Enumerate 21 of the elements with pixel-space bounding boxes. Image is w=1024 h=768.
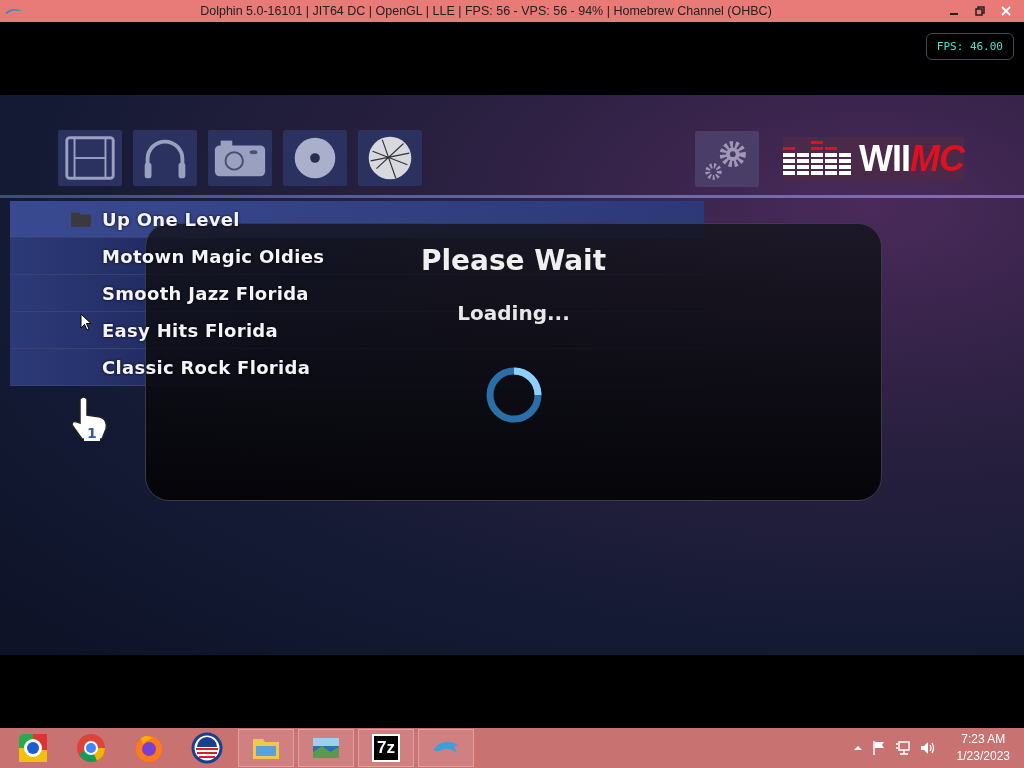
logo-text: WIIMC — [859, 140, 964, 177]
close-icon[interactable] — [1000, 5, 1012, 17]
network-icon[interactable] — [894, 740, 911, 756]
folder-icon — [70, 210, 92, 228]
mouse-pointer-icon — [80, 313, 92, 331]
dolphin-icon — [4, 6, 24, 16]
volume-icon[interactable] — [918, 740, 935, 756]
globe-icon[interactable] — [358, 130, 422, 186]
equalizer-icon — [783, 140, 853, 177]
dialog-title: Please Wait — [420, 244, 607, 277]
restore-icon[interactable] — [974, 5, 986, 17]
photo-icon[interactable] — [298, 729, 354, 767]
settings-icon[interactable] — [695, 130, 759, 187]
archive-app-icon[interactable]: 7z — [358, 729, 414, 767]
fps-counter: FPS: 46.00 — [925, 33, 1014, 60]
film-icon[interactable] — [58, 130, 122, 186]
flag-icon[interactable] — [870, 740, 887, 756]
camera-icon[interactable] — [208, 130, 272, 186]
headphones-icon[interactable] — [133, 130, 197, 186]
tray-expand-icon[interactable] — [852, 743, 863, 753]
window-title: Dolphin 5.0-16101 | JIT64 DC | OpenGL | LLE | FPS: 56 - VPS: 56 - 94% | Homebrew Channel (OHBC) — [199, 4, 773, 18]
